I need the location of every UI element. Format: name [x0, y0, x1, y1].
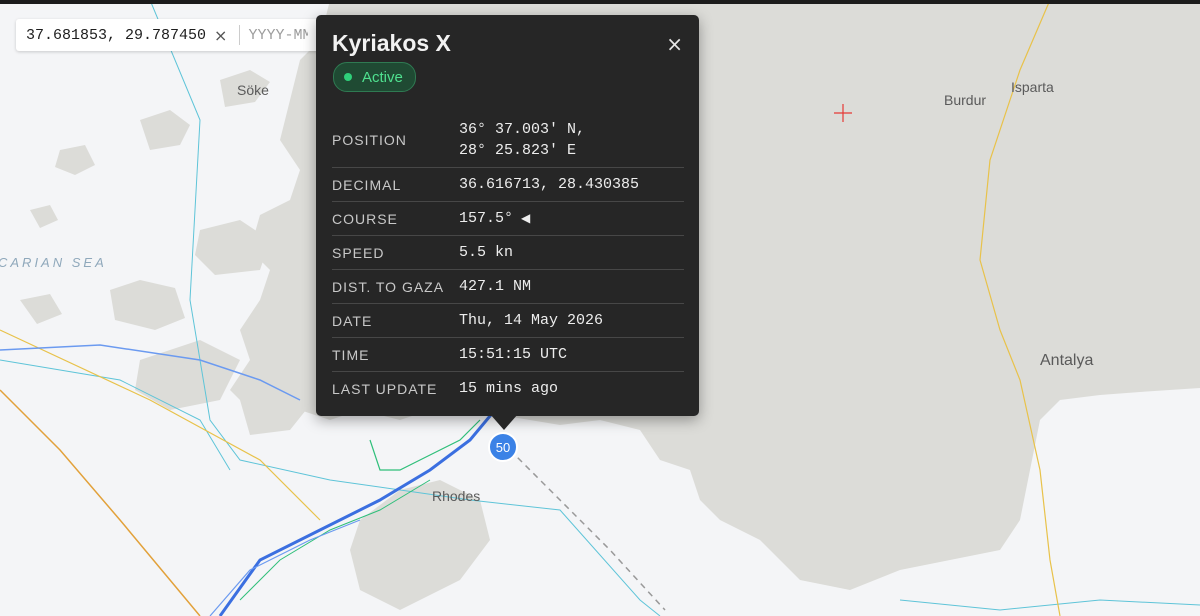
- sea-label: CARIAN SEA: [0, 255, 107, 270]
- detail-label: TIME: [332, 346, 370, 363]
- top-edge: [0, 0, 1200, 4]
- search-divider: [239, 25, 241, 45]
- detail-label: COURSE: [332, 210, 398, 227]
- detail-label: DECIMAL: [332, 176, 402, 193]
- detail-label: LAST UPDATE: [332, 380, 438, 397]
- detail-row-last-update: LAST UPDATE 15 mins ago: [332, 372, 684, 405]
- coordinate-search-value[interactable]: 37.681853, 29.787450: [26, 27, 206, 44]
- detail-value: 5.5 kn: [459, 244, 514, 261]
- place-label-rhodes: Rhodes: [432, 488, 481, 504]
- detail-value: 15:51:15 UTC: [459, 346, 568, 363]
- detail-value: 157.5° ◀: [459, 208, 684, 229]
- detail-value: Thu, 14 May 2026: [459, 312, 604, 329]
- detail-value: 427.1 NM: [459, 278, 532, 295]
- detail-row-time: TIME 15:51:15 UTC: [332, 338, 684, 372]
- status-dot-icon: [344, 73, 352, 81]
- detail-row-course: COURSE 157.5° ◀: [332, 202, 684, 236]
- status-badge: Active: [333, 62, 416, 92]
- place-label-isparta: Isparta: [1011, 79, 1054, 95]
- detail-row-speed: SPEED 5.5 kn: [332, 236, 684, 270]
- detail-row-date: DATE Thu, 14 May 2026: [332, 304, 684, 338]
- detail-row-distance: DIST. TO GAZA 427.1 NM: [332, 270, 684, 304]
- position-latitude: 36° 37.003' N,: [459, 121, 586, 138]
- clear-coordinates-icon[interactable]: ×: [214, 26, 227, 45]
- vessel-info-popup: Kyriakos X × Active POSITION 36° 37.003'…: [316, 15, 699, 416]
- place-label-soke: Söke: [237, 82, 269, 98]
- detail-value: 15 mins ago: [459, 380, 559, 397]
- vessel-name: Kyriakos X: [332, 30, 451, 56]
- date-input[interactable]: [248, 26, 309, 44]
- popup-pointer: [490, 414, 518, 430]
- position-longitude: 28° 25.823' E: [459, 142, 577, 159]
- detail-label: POSITION: [332, 132, 407, 148]
- coordinate-search-bar: 37.681853, 29.787450 ×: [16, 19, 334, 51]
- place-label-burdur: Burdur: [944, 92, 987, 108]
- detail-value: 36.616713, 28.430385: [459, 176, 640, 193]
- map-canvas[interactable]: Söke Burdur Isparta Antalya Rhodes CARIA…: [0, 0, 1200, 616]
- detail-row-decimal: DECIMAL 36.616713, 28.430385: [332, 168, 684, 202]
- course-value: 157.5°: [459, 210, 514, 227]
- close-icon[interactable]: ×: [666, 32, 683, 56]
- detail-label: SPEED: [332, 244, 385, 261]
- detail-label: DIST. TO GAZA: [332, 278, 445, 295]
- course-arrow-icon: ◀: [521, 211, 531, 225]
- detail-row-position: POSITION 36° 37.003' N, 28° 25.823' E: [332, 113, 684, 168]
- place-label-antalya: Antalya: [1040, 352, 1094, 369]
- detail-value: 36° 37.003' N, 28° 25.823' E: [459, 119, 684, 161]
- vessel-cluster-marker[interactable]: 50: [488, 432, 518, 462]
- status-text: Active: [362, 68, 403, 86]
- detail-label: DATE: [332, 312, 373, 329]
- vessel-details: POSITION 36° 37.003' N, 28° 25.823' E DE…: [332, 113, 684, 405]
